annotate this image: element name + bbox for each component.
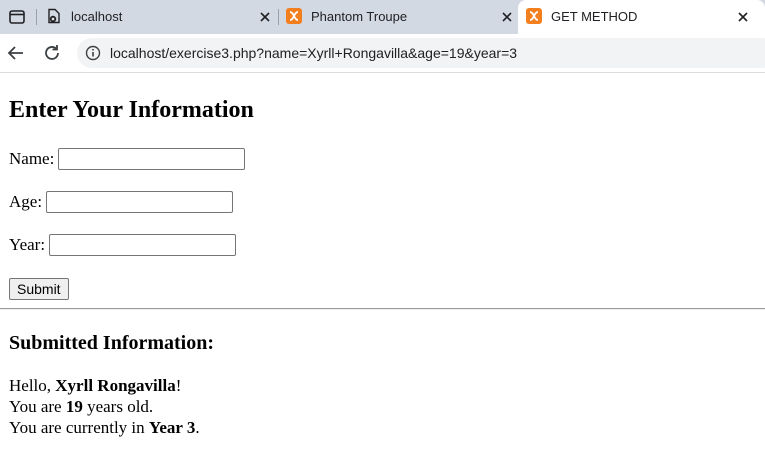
- xampp-icon: [526, 8, 542, 24]
- divider: [0, 308, 765, 310]
- tab-strip: localhost Phantom Troupe GET METHOD: [0, 0, 765, 34]
- result-name: Xyrll Rongavilla: [55, 376, 176, 395]
- hello-prefix: Hello,: [9, 376, 56, 395]
- name-row: Name:: [9, 148, 246, 170]
- tab-phantom-troupe[interactable]: Phantom Troupe: [278, 0, 518, 34]
- result-hello: Hello, Xyrll Rongavilla!: [9, 375, 181, 396]
- page-file-icon: [48, 8, 60, 24]
- form-title: Enter Your Information: [9, 97, 254, 123]
- tab-title: Phantom Troupe: [311, 9, 408, 24]
- browser-toolbar: localhost/exercise3.php?name=Xyrll+Ronga…: [0, 34, 765, 73]
- age-field[interactable]: [46, 191, 234, 213]
- result-title: Submitted Information:: [9, 332, 215, 354]
- year-prefix: You are currently in: [9, 418, 149, 437]
- name-field[interactable]: [58, 148, 246, 170]
- year-row: Year:: [9, 234, 237, 256]
- result-age: You are 19 years old.: [9, 396, 153, 417]
- age-label: Age:: [9, 192, 43, 211]
- result-age-value: 19: [65, 397, 83, 416]
- tab-get-method[interactable]: GET METHOD: [518, 0, 765, 34]
- submit-button[interactable]: Submit: [9, 278, 69, 300]
- result-year: You are currently in Year 3.: [9, 417, 200, 438]
- tab-separator: [36, 9, 37, 25]
- url-text: localhost/exercise3.php?name=Xyrll+Ronga…: [110, 45, 518, 61]
- xampp-icon: [286, 8, 302, 24]
- age-prefix: You are: [9, 397, 66, 416]
- close-icon[interactable]: [499, 9, 515, 25]
- reload-icon[interactable]: [42, 43, 62, 63]
- year-suffix: .: [195, 418, 200, 437]
- year-field[interactable]: [49, 234, 237, 256]
- tab-title: GET METHOD: [551, 9, 638, 24]
- name-label: Name:: [9, 149, 55, 168]
- close-icon[interactable]: [735, 9, 751, 25]
- page-content: Enter Your Information Name: Age: Year: …: [0, 73, 765, 460]
- result-year-value: Year 3: [148, 418, 196, 437]
- age-row: Age:: [9, 191, 234, 213]
- tab-title: localhost: [71, 9, 123, 24]
- close-icon[interactable]: [257, 9, 273, 25]
- info-icon[interactable]: [85, 45, 101, 61]
- back-arrow-icon[interactable]: [6, 43, 26, 63]
- address-bar[interactable]: localhost/exercise3.php?name=Xyrll+Ronga…: [77, 38, 765, 68]
- hello-suffix: !: [175, 376, 182, 395]
- age-suffix: years old.: [82, 397, 154, 416]
- year-label: Year:: [9, 235, 46, 254]
- tab-localhost[interactable]: localhost: [38, 0, 278, 34]
- sidebar-toggle-icon[interactable]: [8, 8, 26, 26]
